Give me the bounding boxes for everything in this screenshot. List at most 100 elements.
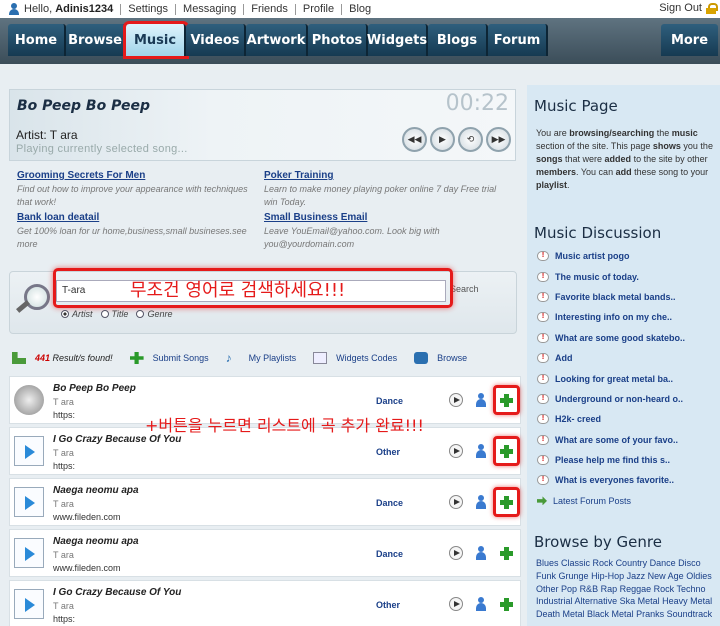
- tab-blogs[interactable]: Blogs: [428, 24, 488, 56]
- play-button[interactable]: [449, 495, 463, 509]
- song-title[interactable]: Bo Peep Bo Peep: [53, 383, 136, 394]
- song-genre[interactable]: Dance: [376, 396, 403, 406]
- song-title[interactable]: I Go Crazy Because Of You: [53, 587, 181, 598]
- song-genre[interactable]: Other: [376, 600, 400, 610]
- messaging-link[interactable]: Messaging: [175, 3, 243, 15]
- radio-genre[interactable]: [136, 310, 145, 318]
- tab-music[interactable]: Music: [123, 21, 189, 59]
- add-to-playlist-button[interactable]: [493, 538, 520, 568]
- song-artist[interactable]: T ara: [53, 601, 74, 611]
- genre-link[interactable]: Oldies: [686, 571, 712, 581]
- tab-videos[interactable]: Videos: [186, 24, 246, 56]
- genre-link[interactable]: Hip-Hop: [591, 571, 624, 581]
- tab-artwork[interactable]: Artwork: [246, 24, 308, 56]
- discussion-item[interactable]: ! What is everyones favorite..: [537, 470, 720, 490]
- tab-widgets[interactable]: Widgets: [367, 24, 428, 56]
- genre-link[interactable]: Rap: [601, 584, 618, 594]
- add-to-playlist-button[interactable]: [493, 436, 520, 466]
- discussion-item[interactable]: ! The music of today.: [537, 266, 720, 286]
- play-button[interactable]: [449, 393, 463, 407]
- profile-link[interactable]: Profile: [294, 3, 341, 15]
- discussion-item[interactable]: ! Favorite black metal bands..: [537, 287, 720, 307]
- blog-link[interactable]: Blog: [341, 3, 378, 15]
- discussion-item[interactable]: ! Music artist pogo: [537, 246, 720, 266]
- genre-link[interactable]: Industrial: [536, 596, 573, 606]
- user-profile-icon[interactable]: [475, 597, 487, 611]
- play-button[interactable]: [449, 546, 463, 560]
- browse-link[interactable]: Browse: [414, 352, 467, 364]
- radio-title[interactable]: [100, 310, 109, 318]
- genre-link[interactable]: Soundtrack: [667, 609, 713, 619]
- ad-title[interactable]: Poker Training: [264, 170, 504, 181]
- user-profile-icon[interactable]: [475, 495, 487, 509]
- sign-out-link[interactable]: Sign Out: [659, 2, 702, 14]
- genre-link[interactable]: Pranks: [636, 609, 664, 619]
- radio-artist[interactable]: [61, 310, 69, 318]
- option-artist[interactable]: Artist: [61, 309, 93, 319]
- add-to-playlist-button[interactable]: [493, 487, 520, 517]
- tab-photos[interactable]: Photos: [308, 24, 368, 56]
- settings-link[interactable]: Settings: [120, 3, 175, 15]
- genre-link[interactable]: Other: [536, 584, 559, 594]
- genre-link[interactable]: Pop: [561, 584, 577, 594]
- genre-link[interactable]: Reggae: [620, 584, 652, 594]
- tab-forum[interactable]: Forum: [488, 24, 548, 56]
- genre-link[interactable]: Funk: [536, 571, 556, 581]
- add-to-playlist-button[interactable]: [493, 385, 520, 415]
- song-artist[interactable]: T ara: [53, 499, 74, 509]
- genre-link[interactable]: Metal: [638, 596, 660, 606]
- genre-link[interactable]: Alternative: [575, 596, 618, 606]
- genre-link[interactable]: Black Metal: [587, 609, 634, 619]
- song-artist[interactable]: T ara: [53, 550, 74, 560]
- play-button[interactable]: [449, 597, 463, 611]
- song-genre[interactable]: Dance: [376, 498, 403, 508]
- submit-songs-link[interactable]: Submit Songs: [129, 352, 209, 364]
- discussion-item[interactable]: ! Underground or non-heard o..: [537, 389, 720, 409]
- song-genre[interactable]: Other: [376, 447, 400, 457]
- song-title[interactable]: Naega neomu apa: [53, 485, 139, 496]
- discussion-item[interactable]: ! Interesting info on my che..: [537, 307, 720, 327]
- latest-forum-posts-link[interactable]: Latest Forum Posts: [537, 491, 720, 511]
- tab-home[interactable]: Home: [8, 24, 66, 56]
- genre-link[interactable]: Heavy Metal: [662, 596, 712, 606]
- option-genre[interactable]: Genre: [136, 309, 172, 319]
- ad-title[interactable]: Bank loan deatail: [17, 212, 257, 223]
- option-title[interactable]: Title: [100, 309, 128, 319]
- genre-link[interactable]: Ska: [620, 596, 636, 606]
- play-icon[interactable]: ▶: [430, 127, 455, 152]
- user-profile-icon[interactable]: [475, 444, 487, 458]
- genre-link[interactable]: Jazz: [627, 571, 646, 581]
- genre-link[interactable]: Grunge: [559, 571, 589, 581]
- discussion-item[interactable]: ! Looking for great metal ba..: [537, 368, 720, 388]
- username[interactable]: Adinis1234: [55, 3, 113, 15]
- genre-link[interactable]: R&B: [580, 584, 599, 594]
- song-artist[interactable]: T ara: [53, 448, 74, 458]
- genre-link[interactable]: Country: [616, 558, 648, 568]
- my-playlists-link[interactable]: ♪ My Playlists: [226, 352, 297, 364]
- tab-browse[interactable]: Browse: [66, 24, 126, 56]
- discussion-item[interactable]: ! What are some of your favo..: [537, 430, 720, 450]
- genre-link[interactable]: Disco: [678, 558, 701, 568]
- genre-link[interactable]: Classic Rock: [561, 558, 613, 568]
- search-button[interactable]: Search: [450, 284, 479, 294]
- discussion-item[interactable]: ! Please help me find this s..: [537, 450, 720, 470]
- genre-link[interactable]: Techno: [677, 584, 706, 594]
- user-profile-icon[interactable]: [475, 393, 487, 407]
- genre-link[interactable]: Death Metal: [536, 609, 585, 619]
- song-genre[interactable]: Dance: [376, 549, 403, 559]
- friends-link[interactable]: Friends: [243, 3, 295, 15]
- widgets-codes-link[interactable]: Widgets Codes: [313, 352, 397, 364]
- discussion-item[interactable]: ! What are some good skatebo..: [537, 328, 720, 348]
- song-artist[interactable]: T ara: [53, 397, 74, 407]
- play-button[interactable]: [449, 444, 463, 458]
- genre-link[interactable]: Dance: [650, 558, 676, 568]
- discussion-item[interactable]: ! Add: [537, 348, 720, 368]
- user-profile-icon[interactable]: [475, 546, 487, 560]
- genre-link[interactable]: Rock: [654, 584, 675, 594]
- genre-link[interactable]: Blues: [536, 558, 559, 568]
- song-title[interactable]: Naega neomu apa: [53, 536, 139, 547]
- ad-title[interactable]: Small Business Email: [264, 212, 504, 223]
- ad-title[interactable]: Grooming Secrets For Men: [17, 170, 257, 181]
- next-icon[interactable]: ▶▶: [486, 127, 511, 152]
- repeat-icon[interactable]: ⟲: [458, 127, 483, 152]
